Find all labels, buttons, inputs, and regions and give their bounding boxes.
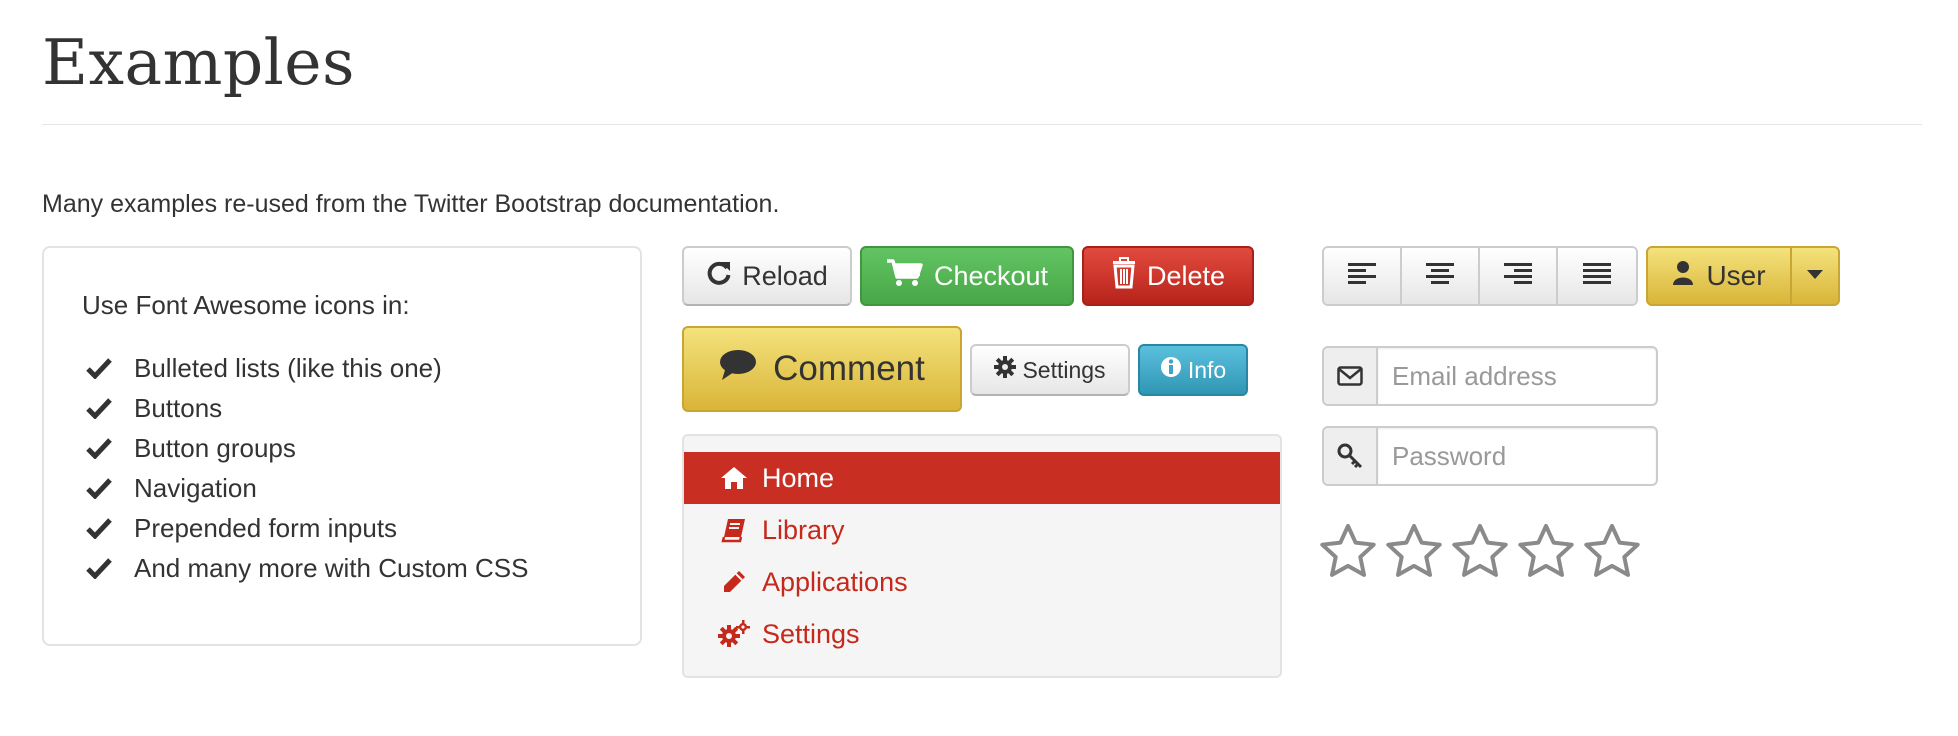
align-left-icon <box>1348 262 1376 290</box>
list-item-label: Navigation <box>134 472 257 503</box>
user-button[interactable]: User <box>1648 248 1790 304</box>
reload-button-label: Reload <box>742 260 828 291</box>
password-input-group <box>1322 426 1658 486</box>
list-item: Buttons <box>86 388 528 428</box>
user-icon <box>1672 260 1694 293</box>
nav-item-library[interactable]: Library <box>684 504 1280 556</box>
page-title: Examples <box>42 26 355 99</box>
password-field[interactable] <box>1378 426 1658 486</box>
feature-list-heading: Use Font Awesome icons in: <box>82 290 410 320</box>
info-button[interactable]: Info <box>1138 344 1248 396</box>
key-icon <box>1322 426 1378 486</box>
nav-list: Home Library Applications Settings <box>682 434 1282 678</box>
check-icon <box>86 557 134 579</box>
reload-button[interactable]: Reload <box>682 246 852 306</box>
refresh-icon <box>706 260 732 293</box>
star-empty-icon[interactable] <box>1318 522 1378 582</box>
check-icon <box>86 357 134 379</box>
nav-item-home[interactable]: Home <box>684 452 1280 504</box>
star-empty-icon[interactable] <box>1582 522 1642 582</box>
cogs-icon <box>716 620 752 648</box>
title-divider <box>42 124 1922 125</box>
check-icon <box>86 477 134 499</box>
list-item-label: And many more with Custom CSS <box>134 552 529 583</box>
check-icon <box>86 517 134 539</box>
check-icon <box>86 397 134 419</box>
caret-down-icon <box>1807 267 1823 285</box>
nav-item-settings[interactable]: Settings <box>684 608 1280 660</box>
comment-button[interactable]: Comment <box>682 326 962 412</box>
list-item-label: Bulleted lists (like this one) <box>134 352 442 383</box>
info-sign-icon <box>1160 356 1182 384</box>
user-dropdown: User <box>1646 246 1840 306</box>
align-right-button[interactable] <box>1480 248 1558 304</box>
intro-text: Many examples re-used from the Twitter B… <box>42 190 780 218</box>
star-empty-icon[interactable] <box>1516 522 1576 582</box>
star-empty-icon[interactable] <box>1384 522 1444 582</box>
star-empty-icon[interactable] <box>1450 522 1510 582</box>
list-item: Navigation <box>86 468 528 508</box>
delete-button-label: Delete <box>1146 260 1226 291</box>
align-right-icon <box>1504 262 1532 290</box>
align-center-icon <box>1426 262 1454 290</box>
list-item: Prepended form inputs <box>86 508 528 548</box>
envelope-icon <box>1322 346 1378 406</box>
home-icon <box>716 466 752 490</box>
nav-item-label: Applications <box>762 566 908 597</box>
checkout-button[interactable]: Checkout <box>860 246 1074 306</box>
email-field[interactable] <box>1378 346 1658 406</box>
delete-button[interactable]: Delete <box>1082 246 1254 306</box>
list-item: And many more with Custom CSS <box>86 548 528 588</box>
star-rating <box>1318 522 1642 582</box>
list-item-label: Buttons <box>134 392 223 423</box>
email-input-group <box>1322 346 1658 406</box>
nav-item-label: Home <box>762 462 835 493</box>
text-align-button-group <box>1322 246 1638 306</box>
settings-button[interactable]: Settings <box>970 344 1130 396</box>
feature-list-box: Use Font Awesome icons in: Bulleted list… <box>42 246 642 646</box>
align-left-button[interactable] <box>1324 248 1402 304</box>
align-center-button[interactable] <box>1402 248 1480 304</box>
nav-item-label: Library <box>762 514 845 545</box>
user-button-label: User <box>1706 260 1766 291</box>
feature-list: Bulleted lists (like this one) Buttons B… <box>86 348 528 588</box>
check-icon <box>86 437 134 459</box>
list-item: Button groups <box>86 428 528 468</box>
comment-button-label: Comment <box>773 349 925 388</box>
nav-item-label: Settings <box>762 618 860 649</box>
book-icon <box>716 517 752 543</box>
list-item-label: Button groups <box>134 432 296 463</box>
settings-button-label: Settings <box>1022 356 1106 383</box>
nav-item-applications[interactable]: Applications <box>684 556 1280 608</box>
user-dropdown-toggle[interactable] <box>1790 248 1838 304</box>
shopping-cart-icon <box>886 258 924 295</box>
checkout-button-label: Checkout <box>933 260 1049 291</box>
list-item-label: Prepended form inputs <box>134 512 398 543</box>
cog-icon <box>994 356 1017 384</box>
align-justify-icon <box>1583 262 1611 290</box>
info-button-label: Info <box>1187 356 1227 383</box>
pencil-icon <box>716 569 752 595</box>
trash-icon <box>1111 256 1137 296</box>
align-justify-button[interactable] <box>1558 248 1636 304</box>
list-item: Bulleted lists (like this one) <box>86 348 528 388</box>
comment-icon <box>719 349 757 390</box>
